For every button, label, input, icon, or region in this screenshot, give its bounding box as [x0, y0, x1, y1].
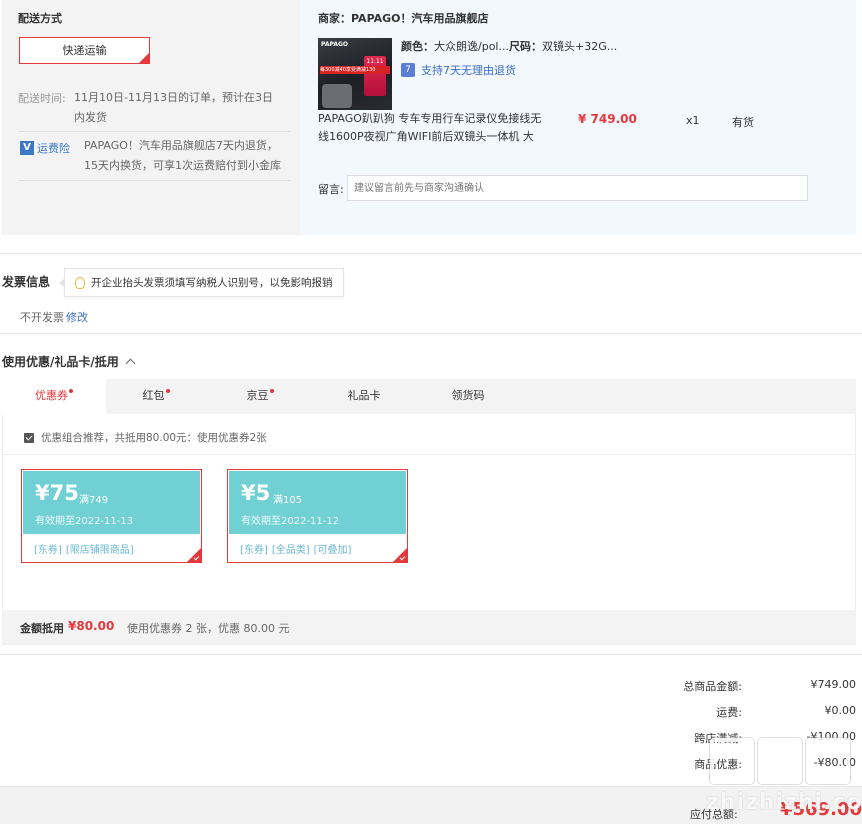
invoice-tip-text: 开企业抬头发票须填写纳税人识别号，以免影响报销: [91, 277, 333, 289]
invoice-value: 不开发票: [20, 311, 64, 324]
coupon-card-header: ¥5 满105 有效期至2022-11-12: [229, 471, 406, 534]
tab-coupons[interactable]: 优惠券: [2, 379, 106, 414]
color-label: 颜色：: [401, 40, 434, 53]
product-image[interactable]: PAPAGO 11.11 每300减40享受满减130: [318, 38, 392, 110]
color-attribute: 颜色：大众朗逸/pol...: [401, 38, 509, 54]
tab-label: 领货码: [451, 389, 485, 402]
divider: [0, 333, 862, 334]
selected-corner-icon: [139, 53, 149, 63]
checkbox-checked-icon: [24, 432, 34, 443]
coupon-card[interactable]: ¥75 满749 有效期至2022-11-13 [东券] [限店铺限商品]: [21, 469, 202, 563]
color-value: 大众朗逸/pol...: [434, 40, 509, 53]
coupon-tags: [东券] [全品类] [可叠加]: [240, 541, 355, 556]
stock-status: 有货: [732, 116, 754, 129]
merchant-name: 商家：PAPAGO！汽车用品旗舰店: [318, 12, 489, 25]
tab-red-packet[interactable]: 红包: [106, 379, 206, 414]
selected-corner-icon: [187, 548, 201, 562]
invoice-modify-link[interactable]: 修改: [66, 309, 88, 325]
invoice-title: 发票信息: [2, 275, 51, 289]
coupon-tabs: 优惠券 红包 京豆 礼品卡 领货码: [2, 379, 856, 414]
coupon-valid: 有效期至2022-11-13: [35, 516, 134, 527]
coupon-tag: [限店铺限商品]: [65, 545, 134, 556]
shipping-method-label: 快递运输: [62, 44, 107, 57]
size-value: 双镜头+32G...: [542, 40, 618, 53]
shipping-fee-label: 运费:: [716, 706, 742, 719]
tab-label: 优惠券: [35, 389, 68, 402]
divider: [19, 180, 291, 181]
product-image-brand: PAPAGO: [321, 41, 349, 48]
message-input[interactable]: [347, 175, 808, 201]
recommend-label: 优惠组合推荐，共抵用80.00元：使用优惠券2张: [41, 432, 267, 444]
product-image-badge: 11.11: [364, 56, 386, 96]
insurance-desc: PAPAGO！汽车用品旗舰店7天内退货，15天内换货，可享1次运费赔付到小金库: [84, 139, 281, 172]
shipping-fee-value: ¥0.00: [824, 704, 857, 717]
invoice-tip: 开企业抬头发票须填写纳税人识别号，以免影响报销: [59, 268, 344, 297]
insurance-label: 运费险: [37, 142, 70, 155]
new-dot-icon: [269, 389, 274, 393]
insurance-link[interactable]: V 运费险: [20, 140, 70, 156]
tab-label: 红包: [142, 389, 165, 402]
coupon-tag: [东券]: [34, 545, 62, 556]
divider: [19, 131, 291, 132]
shipping-method-button[interactable]: 快递运输: [19, 37, 150, 64]
coupon-tag: [可叠加]: [313, 545, 352, 556]
summary-label: 金额抵用: [20, 622, 64, 635]
seven-day-return-icon: 7: [401, 63, 415, 77]
divider: [0, 253, 862, 254]
pay-total-label: 应付总额:: [690, 808, 738, 821]
coupon-card[interactable]: ¥5 满105 有效期至2022-11-12 [东券] [全品类] [可叠加]: [227, 469, 408, 563]
coupon-tag: [全品类]: [271, 545, 310, 556]
return-policy-label: 支持7天无理由退货: [421, 64, 516, 77]
coupon-condition: 满105: [273, 495, 303, 506]
cross-store-discount-value: -¥100.00: [806, 730, 856, 743]
message-label: 留言:: [318, 183, 344, 196]
coupon-condition: 满749: [79, 495, 109, 506]
divider: [3, 454, 855, 455]
coupon-valid: 有效期至2022-11-12: [241, 516, 340, 527]
summary-value: ¥80.00: [68, 619, 115, 633]
tab-jd-beans[interactable]: 京豆: [210, 379, 310, 414]
new-dot-icon: [165, 389, 170, 393]
shipping-section-label: 配送方式: [18, 12, 62, 25]
product-image-promo: 每300减40享受满减130: [320, 66, 390, 74]
lightbulb-icon: [75, 276, 85, 289]
recommend-checkbox[interactable]: 优惠组合推荐，共抵用80.00元：使用优惠券2张: [24, 430, 267, 445]
insurance-icon: V: [20, 141, 34, 155]
tab-label: 京豆: [246, 389, 269, 402]
coupon-amount: ¥5: [241, 481, 271, 505]
new-dot-icon: [69, 389, 73, 393]
watermark-glyph: [758, 738, 802, 784]
shipping-time-value: 11月10日-11月13日的订单，预计在3日内发货: [74, 91, 273, 124]
product-name[interactable]: PAPAGO趴趴狗 专车专用行车记录仪免接线无线1600P夜视广角WIFI前后双…: [318, 110, 548, 146]
tab-label: 礼品卡: [347, 389, 381, 402]
coupon-tag: [东券]: [240, 545, 268, 556]
product-price: ¥ 749.00: [578, 112, 637, 126]
size-attribute: 尺码：双镜头+32G...: [509, 38, 617, 54]
summary-desc: 使用优惠券 2 张，优惠 80.00 元: [127, 622, 290, 635]
cross-store-discount-label: 跨店满减:: [694, 732, 742, 745]
chevron-up-icon: [125, 358, 136, 369]
size-label: 尺码：: [509, 40, 542, 53]
dashcam-icon: [322, 84, 352, 108]
tab-gift-card[interactable]: 礼品卡: [314, 379, 414, 414]
product-discount-label: 商品优惠:: [694, 758, 742, 771]
coupon-card-header: ¥75 满749 有效期至2022-11-13: [23, 471, 200, 534]
selected-corner-icon: [393, 548, 407, 562]
divider: [0, 654, 862, 655]
product-discount-value: -¥80.00: [813, 756, 856, 769]
product-quantity: x1: [686, 114, 700, 127]
return-policy[interactable]: 7 支持7天无理由退货: [401, 62, 516, 78]
total-goods-label: 总商品金额:: [683, 680, 742, 693]
total-goods-value: ¥749.00: [810, 678, 857, 691]
coupon-amount: ¥75: [35, 481, 79, 505]
pay-total-value: ¥569.00: [780, 799, 862, 820]
coupon-section-title: 使用优惠/礼品卡/抵用: [2, 355, 119, 369]
coupon-summary: 金额抵用 ¥80.00 使用优惠券 2 张，优惠 80.00 元: [2, 610, 856, 644]
coupon-tags: [东券] [限店铺限商品]: [34, 541, 138, 556]
coupon-section-toggle[interactable]: 使用优惠/礼品卡/抵用: [2, 353, 136, 370]
tab-redeem-code[interactable]: 领货码: [418, 379, 518, 414]
shipping-time-label: 配送时间:: [18, 92, 66, 105]
